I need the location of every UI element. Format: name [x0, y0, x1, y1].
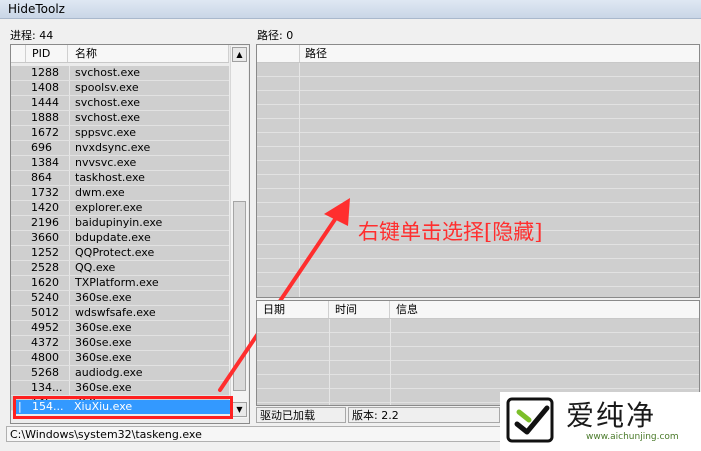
process-row[interactable]: 4952 360se.exe — [11, 321, 229, 336]
path-header-blank — [257, 45, 300, 62]
row-pid: 1252 — [31, 246, 59, 259]
version-status: 版本: 2.2 — [348, 407, 500, 423]
row-name: spoolsv.exe — [75, 81, 139, 94]
header-name[interactable]: 名称 — [69, 45, 229, 62]
row-pid: 5240 — [31, 291, 59, 304]
row-pid: 2528 — [31, 261, 59, 274]
row-pid: 5012 — [31, 306, 59, 319]
bottom-path-bar: C:\Windows\system32\taskeng.exe — [6, 426, 566, 442]
process-row[interactable]: 2196 baidupinyin.exe — [11, 216, 229, 231]
log-grid-divider-2 — [390, 319, 391, 405]
path-count-label: 路径: 0 — [257, 29, 294, 42]
process-row[interactable]: 1888 svchost.exe — [11, 111, 229, 126]
row-pid: 4800 — [31, 351, 59, 364]
annotation-text: 右键单击选择[隐藏] — [358, 220, 543, 244]
scroll-up-button[interactable]: ▲ — [232, 47, 247, 62]
watermark-url: www.aichunjing.com — [586, 432, 679, 442]
process-list-header: PID 名称 — [11, 45, 229, 63]
path-list-header: 路径 — [257, 45, 699, 63]
row-pid: 2196 — [31, 216, 59, 229]
title-bar: HideToolz — [0, 0, 701, 19]
row-pid: 1384 — [31, 156, 59, 169]
header-path[interactable]: 路径 — [300, 45, 699, 62]
process-row[interactable]: 5240 360se.exe — [11, 291, 229, 306]
process-row[interactable]: 5012 wdswfsafe.exe — [11, 306, 229, 321]
process-row[interactable]: 696 nvxdsync.exe — [11, 141, 229, 156]
process-row[interactable]: 4800 360se.exe — [11, 351, 229, 366]
window-title: HideToolz — [8, 2, 65, 16]
row-pid: 1888 — [31, 111, 59, 124]
process-row[interactable]: 5268 audiodg.exe — [11, 366, 229, 381]
header-check-column — [11, 45, 26, 62]
row-pid: 1408 — [31, 81, 59, 94]
row-name: nvvsvc.exe — [75, 156, 137, 169]
row-pid: 864 — [31, 171, 52, 184]
row-pid: 1672 — [31, 126, 59, 139]
scroll-down-button[interactable]: ▼ — [232, 402, 247, 417]
log-list[interactable]: 日期 时间 信息 — [256, 300, 700, 406]
driver-status: 驱动已加载 — [256, 407, 346, 423]
watermark-title: 爱纯净 — [566, 399, 657, 432]
process-row[interactable]: 1252 QQProtect.exe — [11, 246, 229, 261]
process-row[interactable]: 1408 spoolsv.exe — [11, 81, 229, 96]
row-name: nvxdsync.exe — [75, 141, 151, 154]
process-row[interactable]: 1620 TXPlatform.exe — [11, 276, 229, 291]
row-name: taskhost.exe — [75, 171, 145, 184]
highlight-box — [13, 396, 233, 419]
log-grid-divider-1 — [329, 319, 330, 405]
row-pid: 5268 — [31, 366, 59, 379]
process-rows: 1288 svchost.exe 1408 spoolsv.exe 1444 svchos… — [11, 66, 229, 411]
log-list-header: 日期 时间 信息 — [257, 301, 699, 319]
watermark-logo-icon — [506, 397, 554, 443]
process-row[interactable]: 864 taskhost.exe — [11, 171, 229, 186]
row-pid: 696 — [31, 141, 52, 154]
process-row[interactable]: 1444 svchost.exe — [11, 96, 229, 111]
process-count-label: 进程: 44 — [10, 29, 54, 42]
row-name: svchost.exe — [75, 111, 141, 124]
row-pid: 1420 — [31, 201, 59, 214]
row-name: svchost.exe — [75, 96, 141, 109]
process-row[interactable]: 2528 QQ.exe — [11, 261, 229, 276]
header-info[interactable]: 信息 — [391, 301, 699, 318]
process-row[interactable]: 1672 sppsvc.exe — [11, 126, 229, 141]
row-pid: 1288 — [31, 66, 59, 79]
process-row[interactable]: 1384 nvvsvc.exe — [11, 156, 229, 171]
row-pid: 1444 — [31, 96, 59, 109]
row-pid: 3660 — [31, 231, 59, 244]
row-pid: 134... — [31, 381, 63, 394]
row-pid: 1620 — [31, 276, 59, 289]
header-time[interactable]: 时间 — [330, 301, 390, 318]
header-date[interactable]: 日期 — [257, 301, 329, 318]
header-pid[interactable]: PID — [26, 45, 68, 62]
row-pid: 4952 — [31, 321, 59, 334]
process-row[interactable]: 1288 svchost.exe — [11, 66, 229, 81]
process-row[interactable]: 3660 bdupdate.exe — [11, 231, 229, 246]
process-row[interactable]: 1732 dwm.exe — [11, 186, 229, 201]
process-row[interactable]: 134... 360se.exe — [11, 381, 229, 396]
row-name: sppsvc.exe — [75, 126, 136, 139]
row-pid: 1732 — [31, 186, 59, 199]
process-row[interactable]: 1420 explorer.exe — [11, 201, 229, 216]
row-name: svchost.exe — [75, 66, 141, 79]
process-row[interactable]: 4372 360se.exe — [11, 336, 229, 351]
row-pid: 4372 — [31, 336, 59, 349]
